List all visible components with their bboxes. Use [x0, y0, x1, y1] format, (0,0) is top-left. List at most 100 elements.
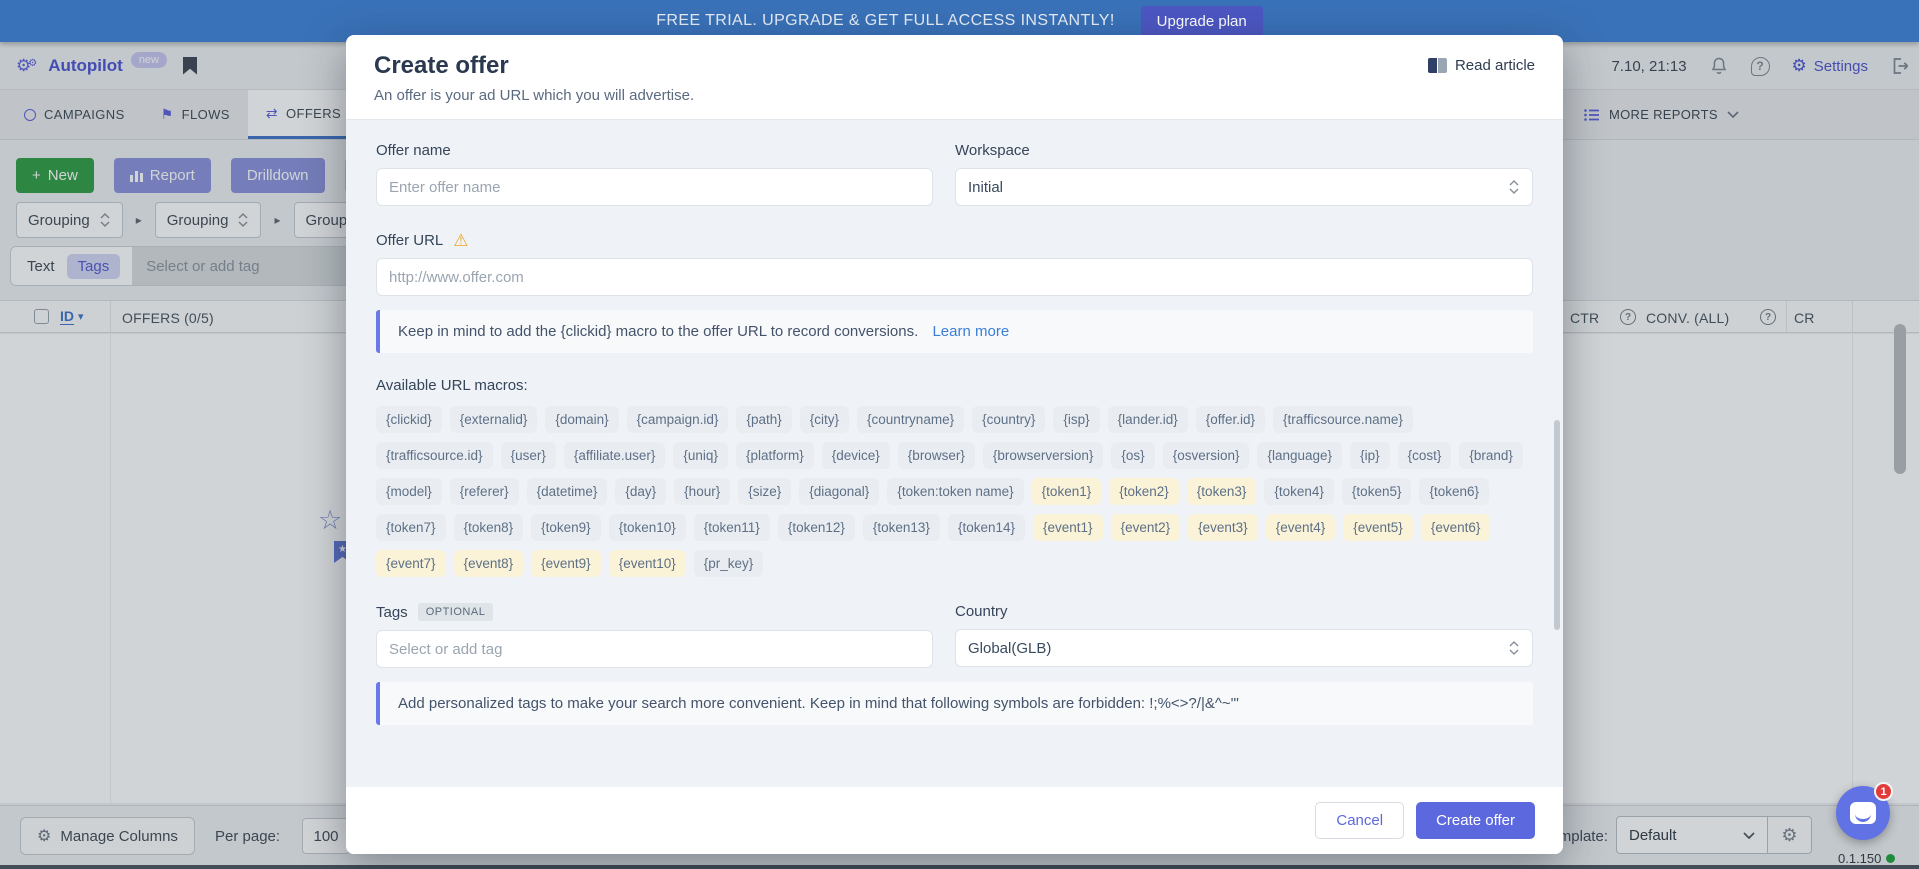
workspace-value: Initial — [968, 179, 1003, 196]
chat-bubble-icon — [1850, 802, 1876, 824]
offer-url-input[interactable] — [376, 258, 1533, 296]
read-article-label: Read article — [1455, 57, 1535, 74]
macro-chip[interactable]: {token5} — [1342, 478, 1412, 505]
macro-chip[interactable]: {diagonal} — [799, 478, 879, 505]
macro-chip[interactable]: {trafficsource.id} — [376, 442, 493, 469]
macro-chip[interactable]: {token13} — [863, 514, 940, 541]
macro-chip[interactable]: {day} — [615, 478, 666, 505]
warning-icon: ⚠ — [453, 232, 468, 249]
trial-banner-text: FREE TRIAL. UPGRADE & GET FULL ACCESS IN… — [656, 12, 1114, 30]
offer-name-label: Offer name — [376, 142, 933, 159]
chat-unread-badge: 1 — [1874, 782, 1893, 801]
tags-label-text: Tags — [376, 604, 408, 621]
macro-chip[interactable]: {pr_key} — [694, 550, 764, 577]
create-offer-modal: Create offer An offer is your ad URL whi… — [346, 35, 1563, 854]
macro-chip[interactable]: {datetime} — [527, 478, 608, 505]
macro-chip[interactable]: {country} — [972, 406, 1045, 433]
macro-chip[interactable]: {city} — [800, 406, 849, 433]
offer-url-label-text: Offer URL — [376, 232, 443, 249]
create-offer-button[interactable]: Create offer — [1416, 802, 1535, 839]
macro-chip[interactable]: {trafficsource.name} — [1273, 406, 1413, 433]
workspace-select[interactable]: Initial — [955, 168, 1533, 206]
macro-chip[interactable]: {token6} — [1419, 478, 1489, 505]
updown-icon — [1508, 179, 1520, 195]
macro-chip[interactable]: {ip} — [1350, 442, 1390, 469]
macro-chip[interactable]: {platform} — [736, 442, 814, 469]
country-value: Global(GLB) — [968, 640, 1051, 657]
macro-chip[interactable]: {brand} — [1459, 442, 1523, 469]
macros-label: Available URL macros: — [376, 377, 1533, 394]
macro-chip[interactable]: {model} — [376, 478, 442, 505]
macro-chip[interactable]: {path} — [736, 406, 791, 433]
macro-chip[interactable]: {token12} — [778, 514, 855, 541]
clickid-note: Keep in mind to add the {clickid} macro … — [376, 310, 1533, 353]
tags-input[interactable] — [376, 630, 933, 668]
modal-scrollbar[interactable] — [1554, 420, 1560, 630]
tags-label: Tags OPTIONAL — [376, 603, 933, 621]
macro-chip[interactable]: {browserversion} — [983, 442, 1104, 469]
country-label: Country — [955, 603, 1533, 620]
macro-chip[interactable]: {isp} — [1053, 406, 1099, 433]
macro-chip[interactable]: {offer.id} — [1196, 406, 1265, 433]
modal-subtitle: An offer is your ad URL which you will a… — [374, 87, 1535, 104]
macro-chip[interactable]: {event1} — [1033, 514, 1103, 541]
offer-name-input[interactable] — [376, 168, 933, 206]
optional-badge: OPTIONAL — [418, 603, 494, 621]
cancel-button[interactable]: Cancel — [1315, 802, 1404, 839]
macro-chip[interactable]: {event2} — [1111, 514, 1181, 541]
macro-chip[interactable]: {os} — [1111, 442, 1154, 469]
macro-chip[interactable]: {event8} — [454, 550, 524, 577]
macro-chip[interactable]: {event9} — [531, 550, 601, 577]
macro-chip[interactable]: {token4} — [1264, 478, 1334, 505]
macro-chip[interactable]: {token11} — [694, 514, 770, 541]
macro-chip[interactable]: {event6} — [1421, 514, 1491, 541]
modal-body: Offer name Workspace Initial Offer URL ⚠ — [346, 119, 1563, 787]
chat-widget-button[interactable]: 1 — [1836, 786, 1890, 840]
macro-chip[interactable]: {token3} — [1187, 478, 1257, 505]
modal-footer: Cancel Create offer — [346, 787, 1563, 854]
macro-chip[interactable]: {size} — [738, 478, 791, 505]
learn-more-link[interactable]: Learn more — [932, 323, 1009, 340]
macro-chips: {clickid} {externalid} {domain} {campaign.i… — [376, 406, 1533, 577]
macro-chip[interactable]: {uniq} — [673, 442, 728, 469]
macro-chip[interactable]: {event10} — [609, 550, 686, 577]
macro-chip[interactable]: {referer} — [450, 478, 519, 505]
macro-chip[interactable]: {campaign.id} — [627, 406, 729, 433]
macro-chip[interactable]: {token9} — [531, 514, 601, 541]
updown-icon — [1508, 640, 1520, 656]
macro-chip[interactable]: {token2} — [1109, 478, 1179, 505]
modal-title: Create offer — [374, 52, 1535, 80]
read-article-link[interactable]: Read article — [1428, 57, 1535, 74]
macro-chip[interactable]: {user} — [501, 442, 556, 469]
modal-header: Create offer An offer is your ad URL whi… — [346, 35, 1563, 119]
clickid-note-text: Keep in mind to add the {clickid} macro … — [398, 323, 918, 340]
macro-chip[interactable]: {domain} — [545, 406, 618, 433]
macro-chip[interactable]: {token:token name} — [887, 478, 1023, 505]
macro-chip[interactable]: {language} — [1257, 442, 1342, 469]
macro-chip[interactable]: {hour} — [674, 478, 730, 505]
country-select[interactable]: Global(GLB) — [955, 629, 1533, 667]
macro-chip[interactable]: {event5} — [1343, 514, 1413, 541]
macro-chip[interactable]: {event7} — [376, 550, 446, 577]
macro-chip[interactable]: {device} — [822, 442, 890, 469]
macro-chip[interactable]: {externalid} — [450, 406, 538, 433]
macro-chip[interactable]: {countryname} — [857, 406, 964, 433]
macro-chip[interactable]: {token14} — [948, 514, 1025, 541]
macro-chip[interactable]: {cost} — [1398, 442, 1452, 469]
tags-note: Add personalized tags to make your searc… — [376, 682, 1533, 725]
upgrade-plan-button[interactable]: Upgrade plan — [1141, 6, 1263, 37]
macro-chip[interactable]: {clickid} — [376, 406, 442, 433]
macro-chip[interactable]: {token1} — [1032, 478, 1102, 505]
macro-chip[interactable]: {token7} — [376, 514, 446, 541]
macro-chip[interactable]: {lander.id} — [1108, 406, 1188, 433]
book-icon — [1428, 58, 1447, 73]
offer-url-label: Offer URL ⚠ — [376, 232, 1533, 249]
macro-chip[interactable]: {affiliate.user} — [564, 442, 666, 469]
macro-chip[interactable]: {event4} — [1266, 514, 1336, 541]
macro-chip[interactable]: {osversion} — [1163, 442, 1250, 469]
macro-chip[interactable]: {token8} — [454, 514, 524, 541]
macro-chip[interactable]: {browser} — [898, 442, 975, 469]
macro-chip[interactable]: {token10} — [609, 514, 686, 541]
workspace-label: Workspace — [955, 142, 1533, 159]
macro-chip[interactable]: {event3} — [1188, 514, 1258, 541]
